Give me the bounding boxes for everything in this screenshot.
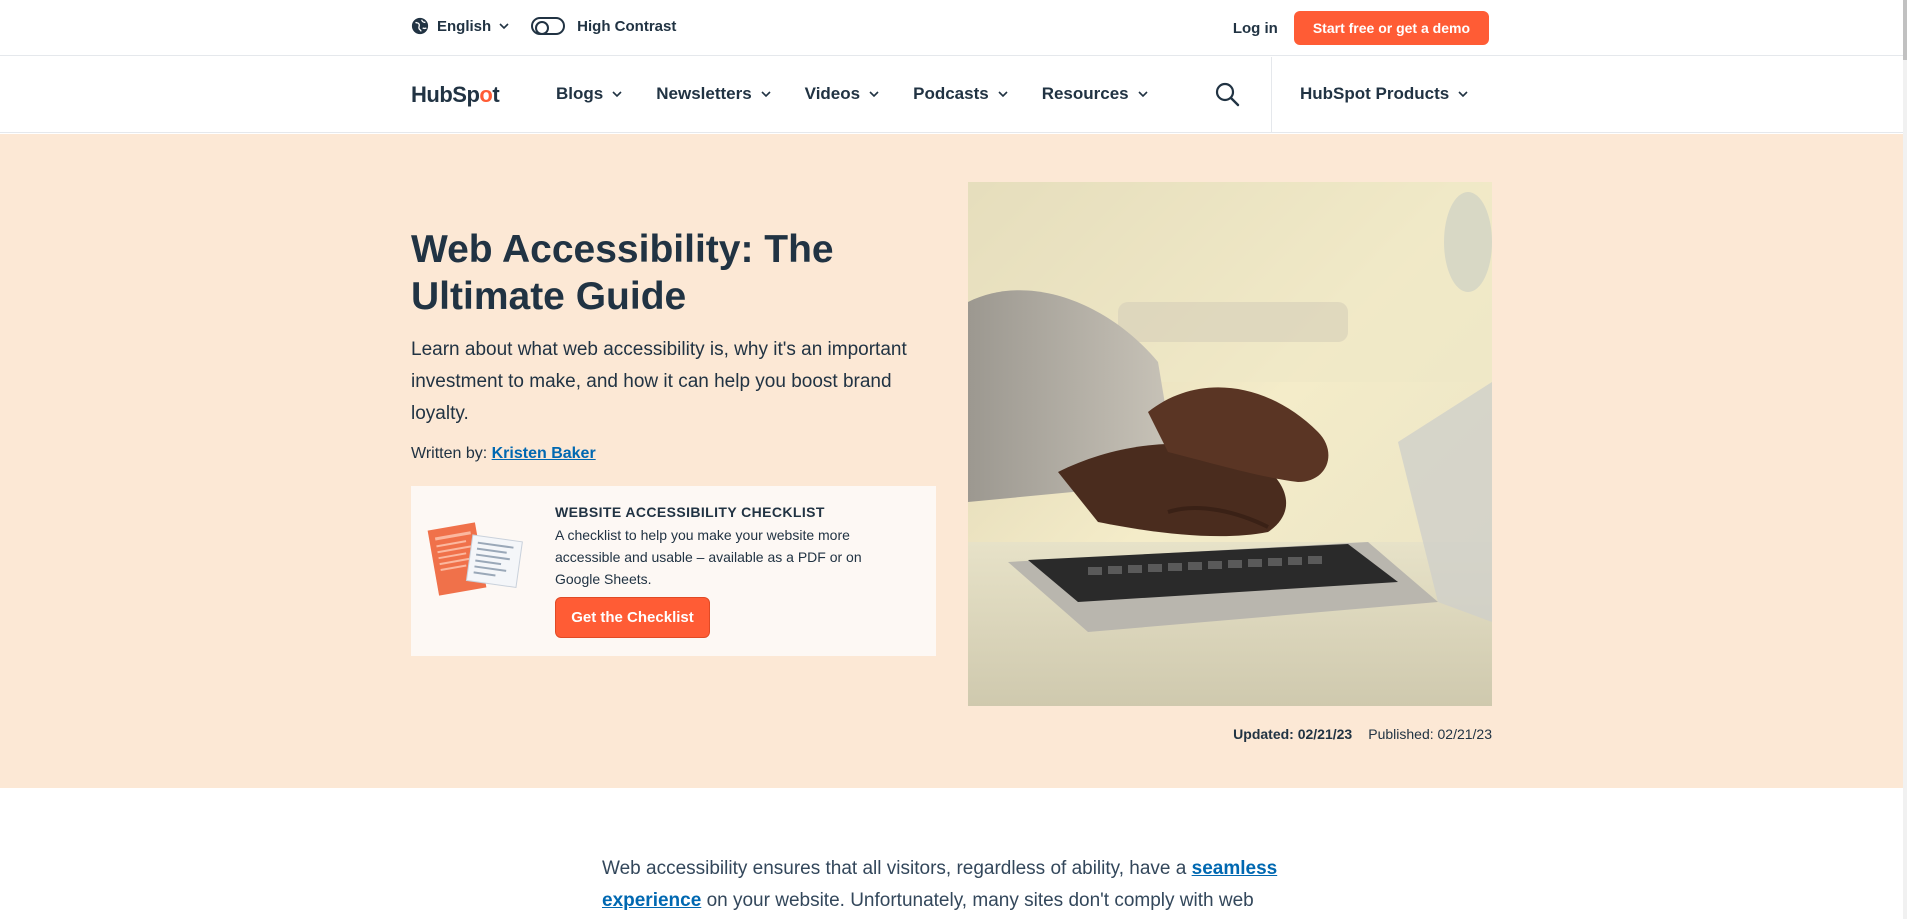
- language-label: English: [437, 17, 492, 35]
- get-checklist-button[interactable]: Get the Checklist: [555, 597, 710, 638]
- checklist-thumbnail-icon: [427, 522, 523, 596]
- offer-description: A checklist to help you make your websit…: [555, 527, 862, 587]
- hubspot-logo[interactable]: HubSpot: [411, 82, 500, 108]
- chevron-down-icon: [1458, 91, 1468, 98]
- login-link[interactable]: Log in: [1233, 20, 1278, 37]
- article-intro: Web accessibility ensures that all visit…: [602, 853, 1302, 917]
- scrollbar-thumb[interactable]: [1903, 0, 1907, 60]
- high-contrast-label: High Contrast: [577, 17, 677, 35]
- offer-heading: WEBSITE ACCESSIBILITY CHECKLIST: [555, 504, 825, 520]
- high-contrast-toggle[interactable]: High Contrast: [531, 17, 676, 35]
- nav-item-label: Blogs: [556, 84, 604, 103]
- nav-item-resources[interactable]: Resources: [1042, 84, 1148, 104]
- toggle-switch-icon[interactable]: [531, 17, 566, 35]
- chevron-down-icon: [1138, 91, 1148, 98]
- nav-item-blogs[interactable]: Blogs: [556, 84, 622, 104]
- logo-text-pre: HubSp: [411, 82, 480, 107]
- author-line: Written by: Kristen Baker: [411, 445, 596, 463]
- utility-right: Log in Start free or get a demo: [1233, 11, 1489, 45]
- nav-item-label: Podcasts: [913, 84, 989, 103]
- nav-item-podcasts[interactable]: Podcasts: [913, 84, 1008, 104]
- nav-divider: [1271, 57, 1272, 133]
- author-link[interactable]: Kristen Baker: [492, 445, 596, 462]
- intro-text-after: on your website. Unfortunately, many sit…: [701, 890, 1254, 911]
- article-dates: Updated: 02/21/23 Published: 02/21/23: [1233, 726, 1492, 742]
- nav-item-videos[interactable]: Videos: [805, 84, 879, 104]
- chevron-down-icon: [998, 91, 1008, 98]
- logo-text-post: t: [492, 82, 500, 107]
- search-icon[interactable]: [1214, 81, 1240, 107]
- hubspot-products-menu[interactable]: HubSpot Products: [1300, 84, 1468, 104]
- products-label: HubSpot Products: [1300, 84, 1450, 103]
- globe-icon: [411, 17, 429, 35]
- nav-items: Blogs Newsletters Videos Podcasts Resour…: [556, 84, 1182, 104]
- checklist-offer-card: WEBSITE ACCESSIBILITY CHECKLIST A checkl…: [411, 486, 936, 656]
- written-by-label: Written by:: [411, 445, 488, 462]
- nav-item-newsletters[interactable]: Newsletters: [656, 84, 771, 104]
- language-selector[interactable]: English: [411, 17, 509, 35]
- published-date: Published: 02/21/23: [1368, 726, 1492, 742]
- chevron-down-icon: [869, 91, 879, 98]
- page-subtitle: Learn about what web accessibility is, w…: [411, 339, 907, 424]
- start-free-button[interactable]: Start free or get a demo: [1293, 11, 1489, 45]
- intro-text-before: Web accessibility ensures that all visit…: [602, 858, 1192, 879]
- page-title: Web Accessibility: The Ultimate Guide: [411, 228, 834, 318]
- updated-date: Updated: 02/21/23: [1233, 726, 1353, 742]
- utility-bar: English High Contrast Log in Start free …: [0, 0, 1903, 56]
- scrollbar[interactable]: [1903, 0, 1907, 919]
- chevron-down-icon: [761, 91, 771, 98]
- nav-item-label: Resources: [1041, 84, 1129, 103]
- hero-section: Web Accessibility: The Ultimate Guide Le…: [0, 134, 1903, 788]
- nav-item-label: Videos: [804, 84, 861, 103]
- hero-laptop-image: [968, 182, 1492, 706]
- utility-left: English High Contrast: [411, 17, 676, 35]
- nav-item-label: Newsletters: [656, 84, 752, 103]
- chevron-down-icon: [612, 91, 622, 98]
- chevron-down-icon: [499, 23, 509, 30]
- logo-spot: o: [479, 82, 493, 107]
- main-nav: HubSpot Blogs Newsletters Videos Podcast…: [0, 57, 1903, 133]
